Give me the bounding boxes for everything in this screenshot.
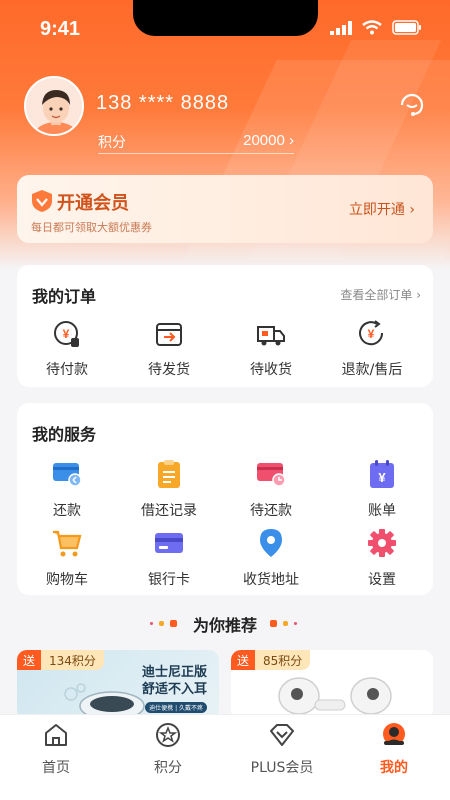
tab-points[interactable]: 积分 [118, 721, 218, 777]
home-icon [45, 724, 67, 746]
star-coin-icon [156, 723, 180, 747]
view-all-orders-link[interactable]: 查看全部订单 › [340, 286, 421, 303]
avatar[interactable] [24, 76, 84, 136]
battery-icon [392, 20, 421, 35]
service-label: 借还记录 [141, 503, 197, 519]
truck-icon [257, 326, 285, 346]
location-pin-icon [260, 529, 282, 557]
member-subtitle: 每日都可领取大额优惠券 [31, 221, 152, 234]
profile-icon [383, 723, 405, 745]
points-row[interactable]: 积分 20000 › [98, 130, 294, 154]
signal-icon [330, 20, 352, 35]
member-title: 开通会员 [57, 193, 129, 214]
vip-shield-icon [32, 190, 52, 212]
member-card[interactable]: 开通会员 每日都可领取大额优惠券 立即开通 › [17, 175, 433, 243]
service-label: 收货地址 [243, 572, 299, 588]
phone-number: 138 **** 8888 [96, 92, 230, 114]
services-title: 我的服务 [32, 425, 97, 444]
tab-label: PLUS会员 [250, 760, 314, 776]
service-label: 设置 [368, 572, 396, 588]
tab-label: 积分 [154, 760, 182, 776]
gear-icon [368, 529, 396, 557]
card-pending-icon [257, 463, 286, 487]
wifi-icon [362, 20, 382, 35]
order-item-label: 待付款 [46, 362, 88, 378]
product-subtag: 迪仕便携 | 久戴不疼 [145, 702, 207, 713]
bank-card-icon [155, 533, 183, 553]
service-address[interactable]: 收货地址 [226, 527, 316, 589]
bill-icon: ¥ [370, 460, 394, 488]
diamond-icon [270, 724, 294, 746]
box-arrow-icon [156, 323, 182, 346]
service-bill[interactable]: ¥ 账单 [337, 458, 427, 520]
service-pending-repay[interactable]: 待还款 [226, 458, 316, 520]
service-label: 购物车 [46, 572, 88, 588]
status-time: 9:41 [40, 18, 81, 40]
service-cart[interactable]: 购物车 [22, 527, 112, 589]
svg-text:¥: ¥ [63, 327, 70, 341]
recommend-title: 为你推荐 [192, 616, 257, 635]
order-refund[interactable]: ¥ 退款/售后 [327, 319, 417, 379]
svg-text:¥: ¥ [378, 470, 386, 485]
yuan-hourglass-icon: ¥ [54, 321, 79, 347]
points-label: 积分 [98, 135, 126, 151]
tab-label: 首页 [42, 760, 70, 776]
orders-card: 我的订单 查看全部订单 › ¥ 待付款 待发货 待收货 ¥ 退款/售后 [17, 265, 433, 387]
product-card[interactable]: 送 85积分 [231, 650, 433, 720]
tab-bar: 首页 积分 PLUS会员 我的 [0, 714, 450, 800]
order-pending-ship[interactable]: 待发货 [124, 319, 214, 379]
customer-service-icon[interactable] [396, 88, 428, 120]
product-headline: 迪士尼正版 舒适不入耳 [141, 665, 207, 697]
open-member-button[interactable]: 立即开通 › [349, 199, 415, 219]
recommend-dots-right [270, 620, 297, 627]
tab-label: 我的 [380, 760, 408, 776]
status-bar: 9:41 [0, 0, 450, 60]
services-card: 我的服务 还款 借还记录 待还款 ¥ 账单 购物车 银行卡 收货地址 设置 [17, 403, 433, 595]
refund-icon: ¥ [359, 320, 384, 346]
cart-icon [53, 530, 82, 557]
status-icons [330, 20, 422, 35]
points-tag: 送 85积分 [231, 650, 311, 670]
order-item-label: 待收货 [250, 362, 292, 378]
points-value: 20000 › [243, 132, 294, 149]
service-repay[interactable]: 还款 [22, 458, 112, 520]
service-borrow-records[interactable]: 借还记录 [124, 458, 214, 520]
order-item-label: 待发货 [148, 362, 190, 378]
tab-plus-member[interactable]: PLUS会员 [232, 721, 332, 777]
order-item-label: 退款/售后 [341, 362, 403, 378]
product-card[interactable]: 送 134积分 迪士尼正版 舒适不入耳 迪仕便携 | 久戴不疼 [17, 650, 219, 720]
svg-text:¥: ¥ [368, 327, 375, 341]
card-repay-icon [53, 463, 82, 487]
service-label: 银行卡 [148, 572, 190, 588]
orders-title: 我的订单 [32, 287, 97, 306]
service-label: 待还款 [250, 503, 292, 519]
clipboard-icon [158, 460, 180, 488]
notch [133, 0, 318, 36]
order-pending-payment[interactable]: ¥ 待付款 [22, 319, 112, 379]
service-label: 账单 [368, 503, 396, 519]
airpods-icon [278, 677, 392, 715]
tab-mine[interactable]: 我的 [344, 721, 444, 777]
points-tag: 送 134积分 [17, 650, 104, 670]
service-label: 还款 [53, 503, 81, 519]
service-settings[interactable]: 设置 [337, 527, 427, 589]
order-pending-receive[interactable]: 待收货 [226, 319, 316, 379]
tab-home[interactable]: 首页 [6, 721, 106, 777]
chevron-right-icon: › [289, 132, 294, 149]
service-bank-card[interactable]: 银行卡 [124, 527, 214, 589]
